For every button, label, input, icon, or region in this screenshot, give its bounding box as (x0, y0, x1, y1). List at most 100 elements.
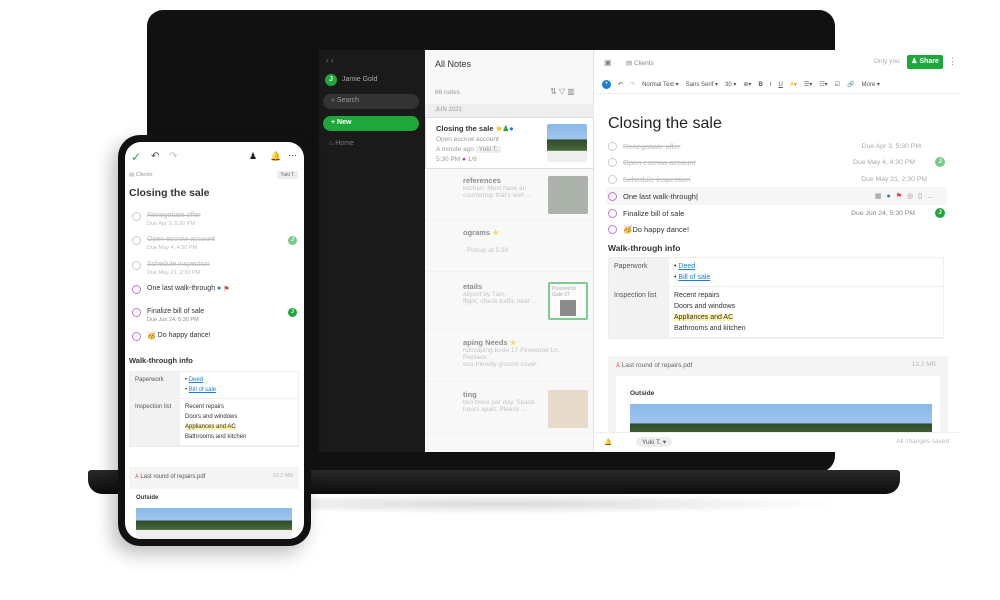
new-button[interactable]: + New (323, 116, 419, 131)
avatar[interactable]: J (325, 74, 337, 86)
checkbox[interactable] (132, 261, 141, 270)
task-item[interactable]: 🥳 Do happy dance! (608, 221, 945, 237)
pdf-page-heading: Outside (630, 390, 655, 397)
list-item: Bathrooms and kitchen (674, 325, 746, 332)
checkbox[interactable] (608, 224, 617, 234)
visibility-label: Only you (874, 58, 900, 65)
tag-chip[interactable]: Yuki T. (277, 171, 298, 179)
flag-icon: ⚑ (223, 286, 230, 293)
share-button[interactable]: ♟ Share (907, 55, 943, 69)
pdf-icon: ⅄ (135, 474, 139, 480)
task-label: Finalize bill of sale (147, 308, 205, 315)
style-dropdown[interactable]: Normal Text ▾ (642, 81, 679, 88)
link-icon[interactable]: 🔗 (847, 81, 854, 88)
list-item: Bathrooms and kitchen (185, 434, 247, 440)
redo-icon[interactable]: ↷ (630, 81, 635, 88)
note-tag: Yuki T. (475, 146, 501, 153)
sort-filter-icons[interactable]: ⇅ ▽ ▥ (550, 87, 575, 96)
more-dropdown[interactable]: More ▾ (861, 81, 879, 88)
bill-of-sale-link[interactable]: Bill of sale (189, 387, 216, 393)
note-item[interactable]: aping Needs ★ ndscaping to-do 17 Pinewoo… (425, 332, 594, 382)
note-item[interactable]: etails airport by 7am. flight, check tra… (425, 276, 594, 330)
checkbox[interactable] (132, 236, 141, 245)
task-item[interactable]: Schedule inspection Due May 21, 2:30 PM (132, 261, 297, 276)
checkbox[interactable] (608, 208, 617, 218)
checkbox[interactable] (132, 285, 141, 294)
checklist-icon[interactable]: ☑ (835, 81, 840, 88)
breadcrumb[interactable]: ▤ Clients (129, 172, 153, 178)
task-item[interactable]: Finalize bill of sale Due Jun 24, 5:30 PM… (608, 205, 945, 221)
more-options-icon[interactable]: ⋮ (948, 56, 957, 67)
laptop-screen: ‹ › J Jamie Gold ⌕ Search + New ⌂ Home A… (319, 50, 959, 452)
assignee-chip[interactable]: Yuki T. ▾ (636, 437, 673, 447)
pdf-attachment[interactable]: ⅄ Last round of repairs.pdf 13.2 MB Outs… (129, 467, 299, 539)
checkbox[interactable] (608, 141, 617, 151)
task-label: Open escrow account (623, 157, 696, 167)
size-dropdown[interactable]: 30 ▾ (725, 81, 736, 88)
assign-icon: ◎ (907, 193, 919, 200)
task-label: Renegotiate offer (147, 212, 201, 219)
task-item[interactable]: Renegotiate offer Due Apr 3, 5:30 PM (608, 138, 945, 154)
task-item[interactable]: One last walk-through ● ⚑ (132, 285, 297, 294)
reminder-icon[interactable]: 🔔 (270, 151, 281, 162)
back-forward-icon[interactable]: ‹ › (326, 56, 334, 65)
italic-icon[interactable]: I (770, 82, 772, 88)
note-meta: A minute ago (436, 146, 474, 153)
redo-icon[interactable]: ↷ (169, 151, 177, 162)
checkbox[interactable] (132, 332, 141, 341)
checkbox[interactable] (608, 191, 617, 201)
note-title: Closing the sale (129, 187, 210, 199)
attachment-size: 13.2 MB (911, 361, 936, 368)
task-item-active[interactable]: One last walk-through | ▦●⚑◎▯… (606, 187, 947, 205)
deed-link[interactable]: Deed (189, 377, 203, 383)
task-label: Open escrow account (147, 236, 215, 243)
search-input[interactable]: ⌕ Search (323, 94, 419, 109)
undo-icon[interactable]: ↶ (151, 151, 159, 162)
checkbox[interactable] (132, 308, 141, 317)
note-snippet: eco-friendly ground cover. (463, 361, 538, 368)
insert-icon[interactable]: + (602, 80, 611, 89)
undo-icon[interactable]: ↶ (618, 81, 623, 88)
sidebar-item-home[interactable]: ⌂ Home (329, 140, 354, 147)
highlight-icon[interactable]: A▾ (790, 81, 797, 88)
note-item[interactable]: Closing the sale ★♟● Open escrow account… (425, 117, 594, 169)
task-item[interactable]: 🥳 Do happy dance! (132, 332, 297, 341)
task-item[interactable]: Schedule inspection Due May 21, 2:30 PM (608, 171, 945, 187)
deed-link[interactable]: Deed (678, 263, 695, 270)
breadcrumb[interactable]: ▤ Clients (626, 59, 654, 67)
share-icon[interactable]: ♟ (249, 151, 257, 162)
task-item[interactable]: Open escrow account Due May 4, 4:30 PM J (132, 236, 297, 251)
bold-icon[interactable]: B (758, 82, 762, 88)
font-dropdown[interactable]: Sans Serif ▾ (686, 81, 718, 88)
note-title: ograms (463, 228, 491, 237)
house-photo (136, 508, 292, 539)
note-item[interactable]: ting two twice per day. Space hours apar… (425, 384, 594, 434)
task-actions[interactable]: ▦●⚑◎▯… (875, 192, 939, 200)
bill-of-sale-link[interactable]: Bill of sale (678, 274, 710, 281)
color-icon[interactable]: ⊕▾ (743, 81, 751, 88)
table-header: Paperwork (609, 258, 669, 287)
reminder-icon: ● (217, 285, 222, 292)
assignee-avatar: J (288, 236, 297, 245)
user-name[interactable]: Jamie Gold (342, 76, 377, 83)
bullet-list-icon[interactable]: ☰▾ (804, 81, 812, 88)
task-item[interactable]: Open escrow account Due May 4, 4:30 PM J (608, 154, 945, 170)
task-item[interactable]: Finalize bill of sale Due Jun 24, 5:30 PM… (132, 308, 297, 323)
numbered-list-icon[interactable]: ☷▾ (819, 81, 827, 88)
underline-icon[interactable]: U (778, 82, 782, 88)
checkbox[interactable] (132, 212, 141, 221)
checkbox[interactable] (608, 157, 617, 167)
note-title: aping Needs (463, 338, 508, 347)
more-icon[interactable]: ⋯ (288, 150, 297, 161)
task-item[interactable]: Renegotiate offer Due Apr 3, 5:30 PM (132, 212, 297, 227)
expand-icon[interactable]: ▣ (604, 58, 612, 67)
table-cell: Recent repairs Doors and windows Appliance… (180, 399, 298, 446)
checkbox[interactable] (608, 174, 617, 184)
list-item-highlighted: Appliances and AC (185, 424, 236, 430)
note-item[interactable]: ograms ★ - Pickup at 5:30 (425, 222, 594, 272)
task-label[interactable]: One last walk-through (623, 192, 696, 201)
note-item[interactable]: references kitchen. Must have an counter… (425, 170, 594, 220)
reminder-icon[interactable]: 🔔 (604, 438, 612, 446)
note-count: 86 notes (435, 89, 460, 96)
done-check-icon[interactable]: ✓ (131, 150, 141, 164)
